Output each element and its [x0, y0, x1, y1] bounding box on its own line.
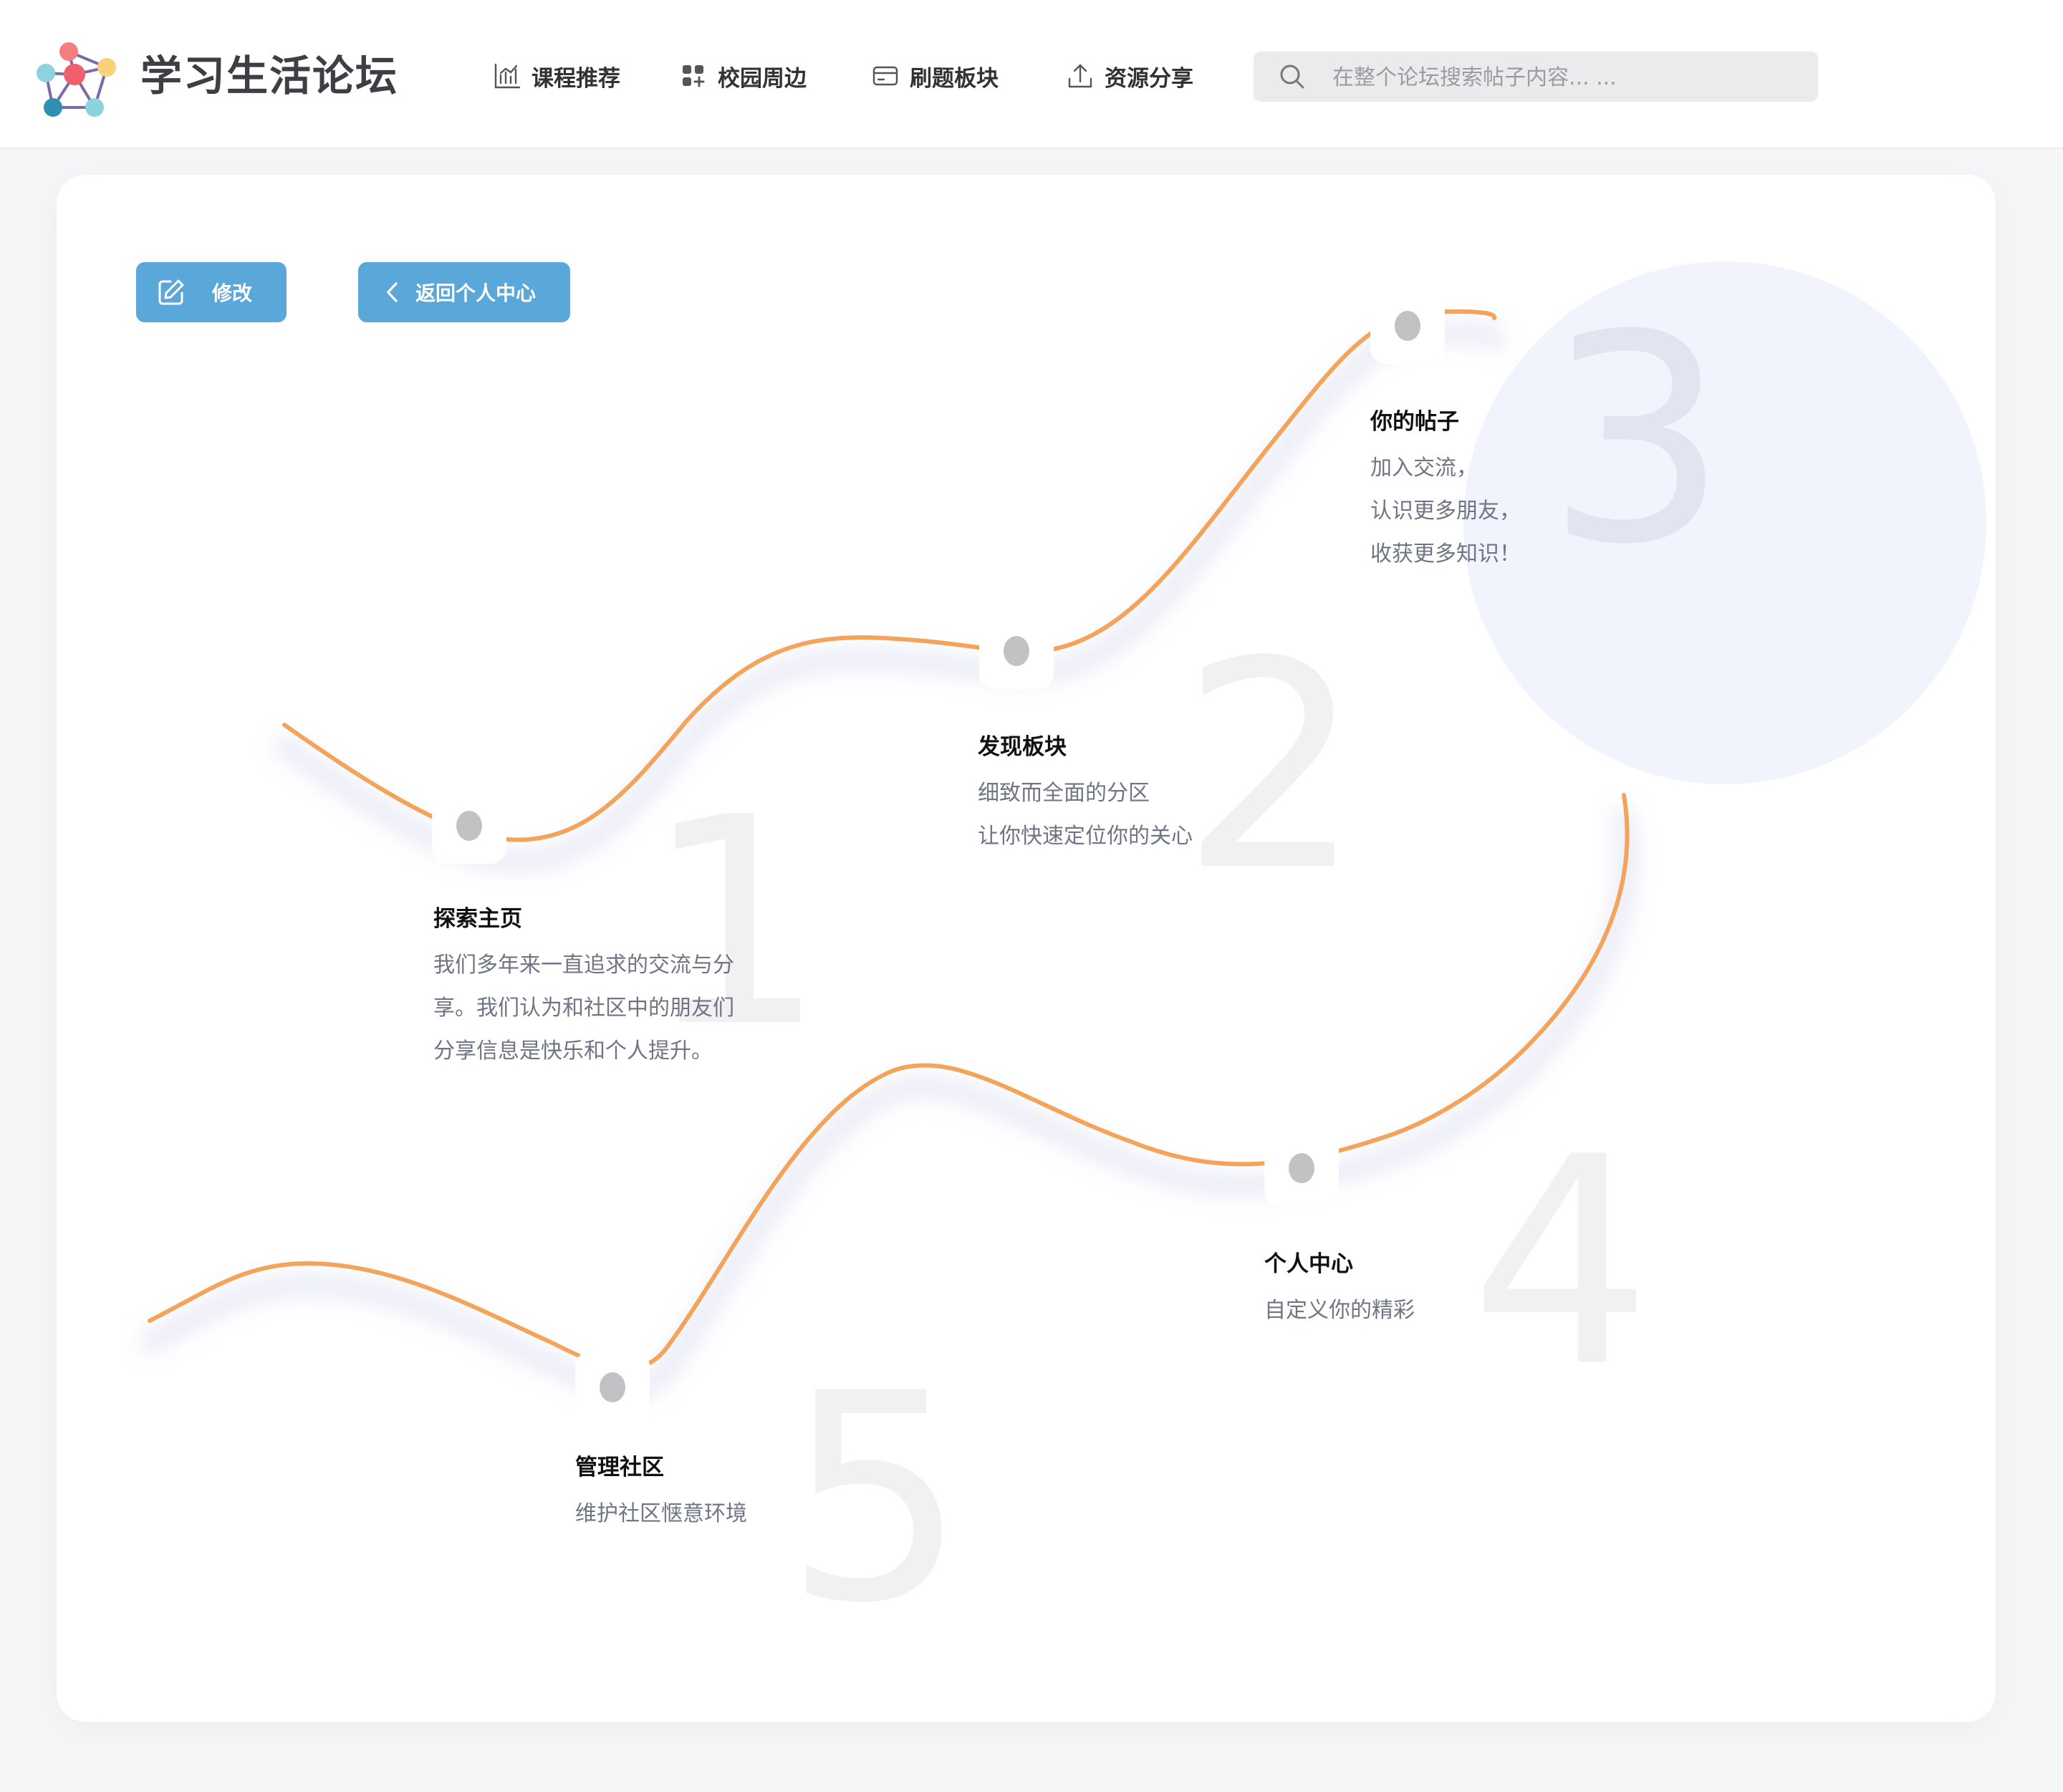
step-description: 自定义你的精彩 [1264, 1298, 1415, 1323]
grid-icon [683, 65, 705, 87]
brand-title: 学习生活论坛 [140, 52, 399, 100]
search-input[interactable] [1331, 52, 1807, 103]
nav-label: 课程推荐 [532, 65, 620, 92]
journey-curve [140, 309, 1637, 1400]
step-4-marker[interactable] [1264, 1132, 1339, 1206]
card-icon [872, 66, 898, 86]
step-your-posts: 你的帖子 加入交流， 认识更多朋友， 收获更多知识！ [1370, 407, 1521, 576]
search-bar [1254, 52, 1818, 103]
forum-logo-icon[interactable] [32, 39, 125, 123]
step-description: 加入交流， 认识更多朋友， 收获更多知识！ [1370, 456, 1521, 567]
bar-chart-icon [494, 63, 521, 89]
nav-course-recommend[interactable]: 课程推荐 [493, 57, 620, 95]
step-description: 维护社区惬意环境 [575, 1501, 747, 1526]
step-explore-home: 探索主页 我们多年来一直追求的交流与分 享。我们认为和社区中的朋友们 分享信息是… [433, 904, 734, 1073]
step-title: 发现板块 [978, 734, 1067, 760]
step-3-marker[interactable] [1370, 289, 1445, 364]
step-personal-center: 个人中心 自定义你的精彩 [1264, 1249, 1415, 1332]
step-2-marker[interactable] [979, 615, 1054, 689]
nav-campus-around[interactable]: 校园周边 [679, 57, 807, 95]
step-description: 细致而全面的分区 让你快速定位你的关心 [978, 781, 1193, 849]
nav-resource-share[interactable]: 资源分享 [1066, 57, 1193, 95]
step-1-marker[interactable] [432, 789, 506, 864]
nav-label: 校园周边 [718, 65, 807, 92]
upload-icon [1068, 64, 1092, 88]
search-icon[interactable] [1278, 62, 1307, 91]
step-title: 个人中心 [1264, 1251, 1353, 1277]
top-header: 学习生活论坛 课程推荐 校园周边 刷题板块 资源分享 在整个论坛搜索帖子内容..… [0, 0, 2063, 149]
nav-label: 资源分享 [1105, 65, 1193, 92]
nav-practice-board[interactable]: 刷题板块 [871, 57, 999, 95]
step-5-marker[interactable] [575, 1351, 650, 1425]
nav-label: 刷题板块 [910, 65, 999, 92]
step-title: 管理社区 [575, 1455, 664, 1480]
step-title: 探索主页 [433, 906, 522, 932]
main-card: 修改 返回个人中心 1 2 3 4 5 探索主页 我们多年来一直追求的交流与分 … [57, 175, 1996, 1722]
step-title: 你的帖子 [1370, 409, 1459, 435]
step-description: 我们多年来一直追求的交流与分 享。我们认为和社区中的朋友们 分享信息是快乐和个人… [433, 953, 734, 1064]
step-manage-community: 管理社区 维护社区惬意环境 [575, 1453, 747, 1536]
step-discover-board: 发现板块 细致而全面的分区 让你快速定位你的关心 [978, 732, 1193, 858]
